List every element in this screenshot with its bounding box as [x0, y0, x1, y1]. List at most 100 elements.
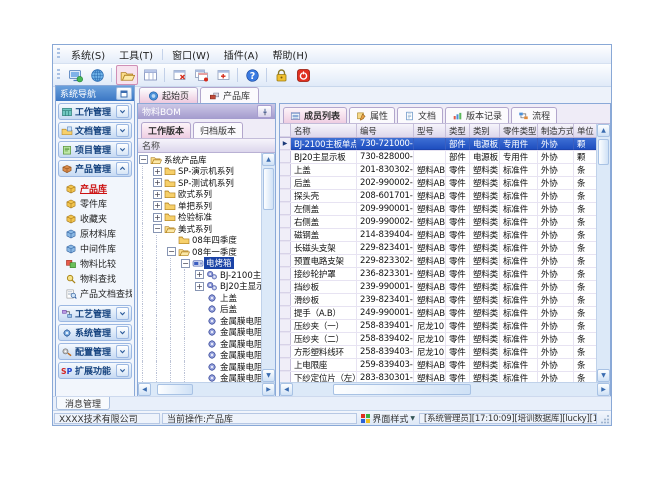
- tree-node-08年四季度[interactable]: 08年四季度: [138, 235, 261, 247]
- menu-item-2[interactable]: 窗口(W): [165, 46, 217, 63]
- tree-node-BJ20主显示板[interactable]: +BJ20主显示板: [138, 281, 261, 293]
- help-button[interactable]: ?: [242, 66, 262, 84]
- table-row[interactable]: 挡纱板239-990001-01X塑料ABS零件塑料类标准件外协条: [280, 281, 596, 294]
- expand-icon[interactable]: +: [153, 178, 162, 187]
- exit-button[interactable]: [293, 66, 313, 84]
- tree-node-美式系列[interactable]: −美式系列: [138, 223, 261, 235]
- sidebar-item-产品文档查找[interactable]: 产品文档查找: [65, 286, 132, 301]
- collapse-icon[interactable]: −: [153, 224, 162, 233]
- member-tab-流程[interactable]: 流程: [511, 107, 557, 123]
- grid-horizontal-scrollbar[interactable]: ◀ ▶: [280, 382, 610, 396]
- chevron-down-icon[interactable]: [116, 345, 129, 358]
- collapse-icon[interactable]: −: [139, 155, 148, 164]
- column-header-类别[interactable]: 类别: [470, 124, 500, 137]
- document-tab-起始页[interactable]: 起始页: [139, 87, 198, 103]
- pin-icon[interactable]: [257, 105, 272, 118]
- tree-node-金属膜电阻器[interactable]: 金属膜电阻器: [138, 361, 261, 373]
- table-row[interactable]: 上电限座259-839403-00X塑料ABS零件塑料类标准件外协条: [280, 359, 596, 372]
- sidebar-item-中间件库[interactable]: 中间件库: [65, 241, 132, 256]
- tree-vertical-scrollbar[interactable]: ▲ ▼: [261, 153, 275, 382]
- sidebar-group-header-6[interactable]: 配置管理: [58, 343, 132, 360]
- tree-node-欧式系列[interactable]: +欧式系列: [138, 189, 261, 201]
- table-row[interactable]: 长磁头支架229-823401-00X塑料ABS零件塑料类标准件外协条: [280, 242, 596, 255]
- table-row[interactable]: 下纱定位片（左）283-830301-00X塑料ABS零件塑料类标准件外协条: [280, 372, 596, 382]
- menu-item-0[interactable]: 系统(S): [64, 46, 112, 63]
- tree-node-金属膜电阻器[interactable]: 金属膜电阻器: [138, 373, 261, 383]
- tree-column-header[interactable]: 名称: [138, 139, 275, 153]
- menu-item-1[interactable]: 工具(T): [112, 46, 160, 63]
- expand-icon[interactable]: +: [153, 201, 162, 210]
- table-row[interactable]: BJ20主显示板730-828000-04X部件电源板专用件外协颗: [280, 151, 596, 164]
- tree-hscroll-thumb[interactable]: [157, 384, 193, 395]
- table-row[interactable]: 探头壳208-601701-01X塑料ABS零件塑料类标准件外协条: [280, 190, 596, 203]
- bom-tab-工作版本[interactable]: 工作版本: [141, 122, 191, 138]
- column-header-名称[interactable]: 名称: [291, 124, 357, 137]
- sidebar-menu-button[interactable]: [116, 87, 132, 100]
- chevron-down-icon[interactable]: [116, 124, 129, 137]
- folder-view-button[interactable]: [116, 65, 138, 85]
- tree-node-金属膜电阻器[interactable]: 金属膜电阻器: [138, 327, 261, 339]
- chevron-down-icon[interactable]: [116, 307, 129, 320]
- document-tab-产品库[interactable]: 产品库: [200, 87, 259, 103]
- column-header-制造方式[interactable]: 制造方式: [538, 124, 574, 137]
- expand-icon[interactable]: +: [153, 190, 162, 199]
- column-header-类型[interactable]: 类型: [446, 124, 470, 137]
- tree-node-SP-测试机系列[interactable]: +SP-测试机系列: [138, 177, 261, 189]
- table-row[interactable]: 方形塑料线环258-839403-00X尼龙1010零件塑料类标准件外协条: [280, 346, 596, 359]
- scroll-up-icon[interactable]: ▲: [262, 153, 275, 166]
- tree-node-单把系列[interactable]: +单把系列: [138, 200, 261, 212]
- table-row[interactable]: 上盖201-830302-00X塑料ABS零件塑料类标准件外协条: [280, 164, 596, 177]
- scroll-up-icon[interactable]: ▲: [597, 124, 610, 137]
- table-row[interactable]: 接纱轮护罩236-823301-00X塑料ABS零件塑料类标准件外协条: [280, 268, 596, 281]
- sidebar-group-header-7[interactable]: SP扩展功能: [58, 362, 132, 379]
- tree-node-电烤箱[interactable]: −电烤箱: [138, 258, 261, 270]
- member-tab-属性[interactable]: 属性: [349, 107, 395, 123]
- grid-vertical-scrollbar[interactable]: ▲ ▼: [596, 124, 610, 382]
- menu-item-3[interactable]: 插件(A): [217, 46, 266, 63]
- expand-icon[interactable]: +: [195, 282, 204, 291]
- sidebar-item-收藏夹[interactable]: 收藏夹: [65, 211, 132, 226]
- sidebar-item-零件库[interactable]: 零件库: [65, 196, 132, 211]
- table-row[interactable]: 压纱夹（二）258-839402-00X尼龙1010零件塑料类标准件外协条: [280, 333, 596, 346]
- expand-icon[interactable]: +: [153, 213, 162, 222]
- tree-node-BJ-2100主板单点[interactable]: +BJ-2100主板单点: [138, 269, 261, 281]
- tree-node-金属膜电阻器[interactable]: 金属膜电阻器: [138, 338, 261, 350]
- chevron-down-icon[interactable]: [116, 143, 129, 156]
- grid-view-button[interactable]: [140, 66, 160, 84]
- tree-node-系统产品库[interactable]: −系统产品库: [138, 154, 261, 166]
- toolbar-grip[interactable]: [57, 69, 60, 81]
- expand-icon[interactable]: +: [195, 270, 204, 279]
- collapse-icon[interactable]: −: [181, 259, 190, 268]
- lock-button[interactable]: [271, 66, 291, 84]
- sidebar-group-header-4[interactable]: 工艺管理: [58, 305, 132, 322]
- tree-node-上盖[interactable]: 上盖: [138, 292, 261, 304]
- browser-button[interactable]: [87, 66, 107, 84]
- table-row[interactable]: 左侧盖209-990001-01X塑料ABS零件塑料类标准件外协条: [280, 203, 596, 216]
- table-row[interactable]: 右侧盖209-990002-01X塑料ABS零件塑料类标准件外协条: [280, 216, 596, 229]
- bom-tab-归档版本[interactable]: 归档版本: [193, 122, 243, 138]
- member-tab-文档[interactable]: 文档: [397, 107, 443, 123]
- table-row[interactable]: 提手（A.B）249-990001-01X塑料ABS零件塑料类标准件外协条: [280, 307, 596, 320]
- sidebar-item-物料查找[interactable]: 物料查找: [65, 271, 132, 286]
- sidebar-item-物料比较[interactable]: 物料比较: [65, 256, 132, 271]
- tree-node-SP-演示机系列[interactable]: +SP-演示机系列: [138, 166, 261, 178]
- scroll-left-icon[interactable]: ◀: [280, 383, 293, 396]
- tree-node-金属膜电阻器[interactable]: 金属膜电阻器: [138, 350, 261, 362]
- navigator-button[interactable]: [65, 66, 85, 84]
- table-row[interactable]: 压纱夹（一）258-839401-00X尼龙1010零件塑料类标准件外协条: [280, 320, 596, 333]
- scroll-down-icon[interactable]: ▼: [597, 369, 610, 382]
- message-manager-tab[interactable]: 消息管理: [56, 397, 110, 410]
- chevron-down-icon[interactable]: [116, 105, 129, 118]
- resize-grip[interactable]: [599, 413, 610, 424]
- member-tab-版本记录[interactable]: 版本记录: [445, 107, 509, 123]
- ui-style-selector[interactable]: 界面样式 ▼: [359, 412, 417, 425]
- column-header-单位[interactable]: 单位: [574, 124, 596, 137]
- scroll-left-icon[interactable]: ◀: [138, 383, 151, 396]
- column-header-零件类型[interactable]: 零件类型: [500, 124, 538, 137]
- table-row[interactable]: 后盖202-990002-01X塑料ABS零件塑料类标准件外协条: [280, 177, 596, 190]
- menubar-grip[interactable]: [57, 48, 60, 60]
- table-row[interactable]: ▶BJ-2100主板单点730-721000-12X部件电源板专用件外协颗: [280, 138, 596, 151]
- sidebar-group-header-0[interactable]: 工作管理: [58, 103, 132, 120]
- tree-node-后盖[interactable]: 后盖: [138, 304, 261, 316]
- sidebar-group-header-2[interactable]: 项目管理: [58, 141, 132, 158]
